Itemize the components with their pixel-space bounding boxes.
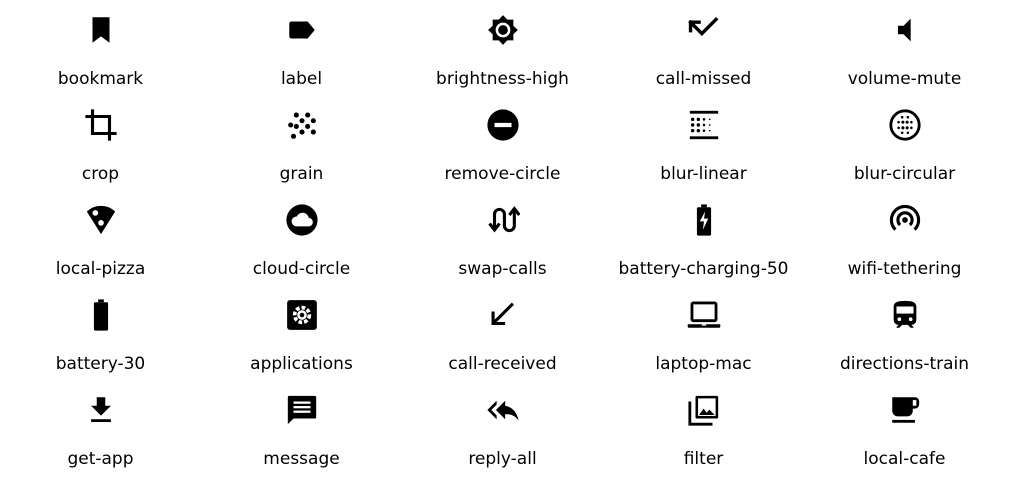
get-app-icon bbox=[84, 393, 118, 427]
icon-cell-directions-train: directions-train bbox=[804, 285, 1005, 380]
icon-label: laptop-mac bbox=[655, 354, 752, 374]
icon-cell-battery-30: battery-30 bbox=[0, 285, 201, 380]
swap-calls-icon bbox=[486, 203, 520, 237]
crop-icon bbox=[84, 108, 118, 142]
icon-label: blur-linear bbox=[660, 164, 747, 184]
icon-label: call-missed bbox=[655, 69, 752, 89]
icon-label: grain bbox=[279, 164, 324, 184]
icon-cell-volume-mute: volume-mute bbox=[804, 0, 1005, 95]
icon-label: remove-circle bbox=[444, 164, 561, 184]
battery-charging-50-icon bbox=[687, 203, 721, 237]
icon-cell-swap-calls: swap-calls bbox=[402, 190, 603, 285]
volume-mute-icon bbox=[888, 13, 922, 47]
icon-label: applications bbox=[250, 354, 353, 374]
icon-label: volume-mute bbox=[847, 69, 962, 89]
icon-label: filter bbox=[683, 449, 724, 469]
icon-cell-battery-charging-50: battery-charging-50 bbox=[603, 190, 804, 285]
icon-grid: bookmark label brightness-high call-miss… bbox=[0, 0, 1005, 475]
icon-cell-wifi-tethering: wifi-tethering bbox=[804, 190, 1005, 285]
icon-label: crop bbox=[81, 164, 120, 184]
local-cafe-icon bbox=[888, 393, 922, 427]
local-pizza-icon bbox=[84, 203, 118, 237]
grain-icon bbox=[285, 108, 319, 142]
icon-label: local-pizza bbox=[55, 259, 146, 279]
icon-label: directions-train bbox=[839, 354, 970, 374]
icon-label: blur-circular bbox=[853, 164, 956, 184]
icon-label: label bbox=[280, 69, 323, 89]
icon-label: bookmark bbox=[57, 69, 144, 89]
cloud-circle-icon bbox=[285, 203, 319, 237]
icon-cell-filter: filter bbox=[603, 380, 804, 475]
icon-label: brightness-high bbox=[436, 69, 569, 89]
applications-icon bbox=[285, 298, 319, 332]
icon-cell-label: label bbox=[201, 0, 402, 95]
icon-cell-message: message bbox=[201, 380, 402, 475]
icon-cell-call-missed: call-missed bbox=[603, 0, 804, 95]
icon-cell-local-pizza: local-pizza bbox=[0, 190, 201, 285]
icon-label: get-app bbox=[67, 449, 134, 469]
filter-icon bbox=[687, 393, 721, 427]
call-missed-icon bbox=[687, 13, 721, 47]
wifi-tethering-icon bbox=[888, 203, 922, 237]
icon-cell-reply-all: reply-all bbox=[402, 380, 603, 475]
icon-label: cloud-circle bbox=[252, 259, 351, 279]
icon-label: message bbox=[263, 449, 340, 469]
icon-cell-laptop-mac: laptop-mac bbox=[603, 285, 804, 380]
icon-cell-brightness-high: brightness-high bbox=[402, 0, 603, 95]
icon-cell-applications: applications bbox=[201, 285, 402, 380]
icon-cell-get-app: get-app bbox=[0, 380, 201, 475]
icon-label: swap-calls bbox=[458, 259, 547, 279]
icon-cell-remove-circle: remove-circle bbox=[402, 95, 603, 190]
reply-all-icon bbox=[486, 393, 520, 427]
blur-circular-icon bbox=[888, 108, 922, 142]
icon-label: reply-all bbox=[468, 449, 537, 469]
message-icon bbox=[285, 393, 319, 427]
laptop-mac-icon bbox=[687, 298, 721, 332]
icon-cell-cloud-circle: cloud-circle bbox=[201, 190, 402, 285]
icon-label: battery-charging-50 bbox=[618, 259, 789, 279]
icon-label: local-cafe bbox=[863, 449, 946, 469]
icon-label: call-received bbox=[448, 354, 557, 374]
icon-cell-crop: crop bbox=[0, 95, 201, 190]
blur-linear-icon bbox=[687, 108, 721, 142]
battery-30-icon bbox=[84, 298, 118, 332]
bookmark-icon bbox=[84, 13, 118, 47]
icon-label: wifi-tethering bbox=[847, 259, 962, 279]
icon-cell-grain: grain bbox=[201, 95, 402, 190]
icon-label: battery-30 bbox=[55, 354, 146, 374]
icon-cell-call-received: call-received bbox=[402, 285, 603, 380]
call-received-icon bbox=[486, 298, 520, 332]
remove-circle-icon bbox=[486, 108, 520, 142]
icon-cell-local-cafe: local-cafe bbox=[804, 380, 1005, 475]
label-icon bbox=[285, 13, 319, 47]
icon-cell-blur-circular: blur-circular bbox=[804, 95, 1005, 190]
brightness-high-icon bbox=[486, 13, 520, 47]
icon-cell-bookmark: bookmark bbox=[0, 0, 201, 95]
icon-cell-blur-linear: blur-linear bbox=[603, 95, 804, 190]
directions-train-icon bbox=[888, 298, 922, 332]
